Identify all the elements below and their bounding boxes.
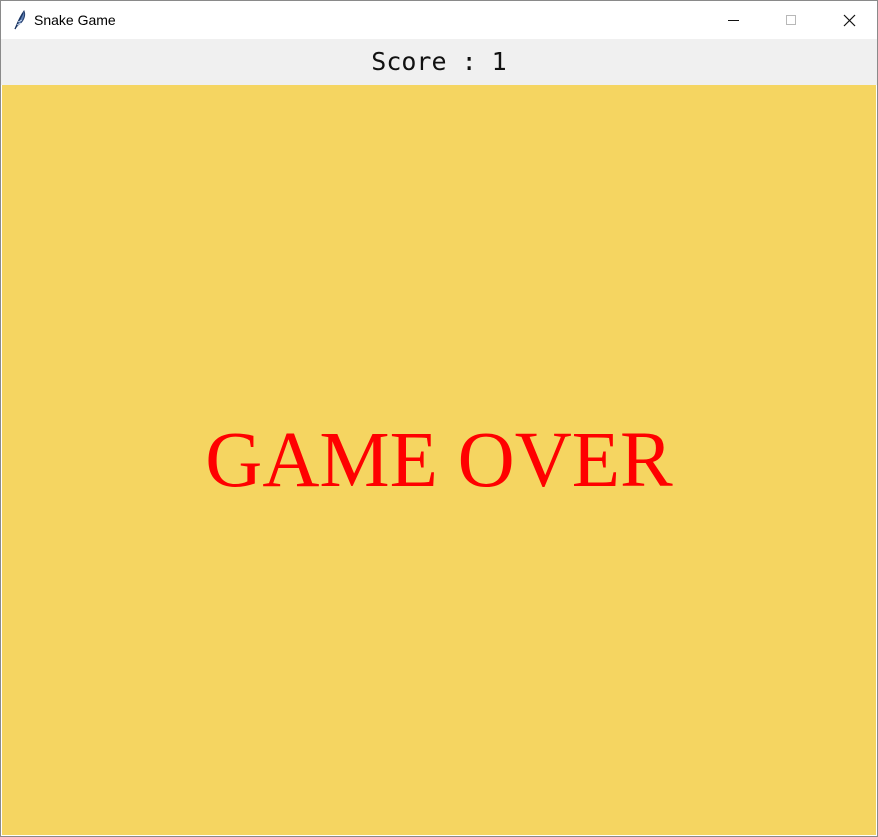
close-icon [843, 14, 856, 27]
game-window: Snake Game Score : 1 GAME OVER [0, 0, 878, 837]
maximize-button[interactable] [762, 1, 820, 39]
feather-icon [11, 9, 27, 31]
minimize-button[interactable] [704, 1, 762, 39]
maximize-icon [786, 15, 796, 25]
minimize-icon [728, 20, 739, 21]
score-bar: Score : 1 [1, 39, 877, 85]
score-label: Score : 1 [371, 47, 507, 76]
close-button[interactable] [820, 1, 877, 39]
window-title: Snake Game [34, 12, 116, 28]
title-bar[interactable]: Snake Game [1, 1, 877, 39]
game-over-message: GAME OVER [205, 417, 673, 504]
game-canvas[interactable]: GAME OVER [2, 85, 876, 835]
